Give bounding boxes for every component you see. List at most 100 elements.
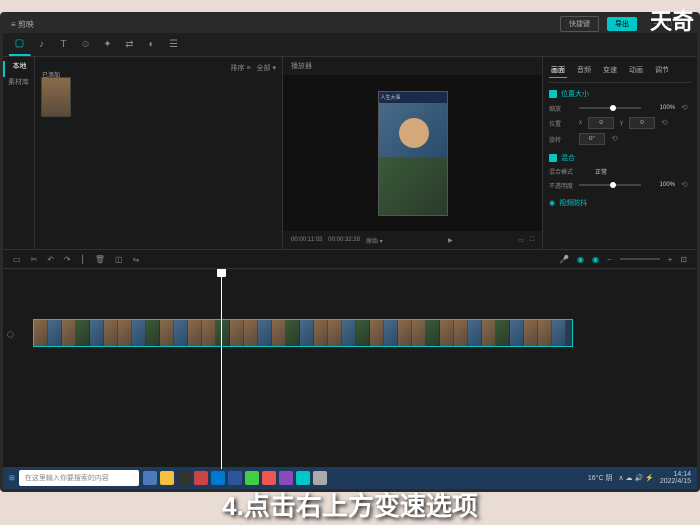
zoom-in-icon[interactable]: +: [668, 255, 673, 264]
taskbar-app[interactable]: [245, 471, 259, 485]
preview-viewport[interactable]: 人生大事: [283, 75, 542, 231]
timeline-toolbar: ▭ ✂ ↶ ↷ ⎮ 🗑 ◫ ⇋ 🎤 ◉ ◉ − + ⊡: [3, 249, 697, 269]
toggle-icon[interactable]: ◉: [549, 199, 555, 207]
video-frame-lower: [379, 157, 447, 214]
reset-icon[interactable]: ⟲: [611, 134, 621, 144]
main-area: 本地 素材库 排序 ≡ 全部 ▾ 播放器 人生大事 00:00:11:03 00…: [3, 57, 697, 249]
instruction-overlay: 4.点击右上方变速选项: [0, 486, 700, 525]
app-title: ≡ 剪映: [11, 19, 34, 30]
video-title-overlay: 人生大事: [379, 92, 447, 104]
track-label[interactable]: ◯: [3, 331, 33, 338]
input-rotation[interactable]: [579, 133, 605, 145]
watermark-text: 天奇: [650, 4, 694, 36]
tab-effects[interactable]: ✦: [97, 33, 119, 56]
undo-icon[interactable]: ↶: [47, 255, 54, 264]
export-button[interactable]: 导出: [607, 17, 637, 31]
weather-widget[interactable]: 16°C 阴: [588, 473, 613, 483]
reset-icon[interactable]: ⟲: [681, 103, 691, 113]
taskbar-app[interactable]: [228, 471, 242, 485]
prop-tab-anim[interactable]: 动画: [627, 63, 645, 78]
shortcut-button[interactable]: 快捷键: [560, 16, 599, 32]
crop-icon[interactable]: ◫: [115, 255, 123, 264]
taskbar-app[interactable]: [262, 471, 276, 485]
value-opacity: 100%: [647, 182, 675, 188]
playhead[interactable]: [221, 269, 222, 469]
video-track: ◯ 素材1.mp4 00:00:32:28: [3, 319, 697, 349]
taskbar-app[interactable]: [143, 471, 157, 485]
section-blend: 混合: [561, 153, 575, 163]
prop-tab-speed[interactable]: 变速: [601, 63, 619, 78]
properties-panel: 画面 音频 变速 动画 调节 位置大小 缩放 100% ⟲ 位置 x y ⟲ 旋…: [543, 57, 697, 249]
label-rotation: 旋转: [549, 135, 573, 144]
value-scale: 100%: [647, 105, 675, 111]
tab-library[interactable]: 素材库: [3, 77, 34, 93]
prop-tab-adjust[interactable]: 调节: [653, 63, 671, 78]
tab-audio[interactable]: ♪: [31, 33, 53, 56]
value-blend[interactable]: 正常: [579, 167, 607, 176]
checkbox-icon[interactable]: [549, 90, 557, 98]
toggle1-icon[interactable]: ◉: [577, 255, 584, 264]
reset-icon[interactable]: ⟲: [661, 118, 671, 128]
taskbar-app[interactable]: [211, 471, 225, 485]
main-toolbar: ▢ ♪ T ☺ ✦ ⇄ ◐ ☰: [3, 33, 697, 57]
toggle2-icon[interactable]: ◉: [592, 255, 599, 264]
preview-panel: 播放器 人生大事 00:00:11:03 00:00:32:28 原始 ▾ ▶ …: [283, 57, 543, 249]
split-icon[interactable]: ⎮: [81, 255, 85, 264]
tab-transition[interactable]: ⇄: [119, 33, 141, 56]
tab-adjust[interactable]: ☰: [163, 33, 185, 56]
monitor-frame: ≡ 剪映 快捷键 导出 − □ × ▢ ♪ T ☺ ✦ ⇄ ◐ ☰ 本地 素材库…: [0, 12, 700, 492]
media-icon: ▢: [15, 38, 24, 49]
prop-tab-audio[interactable]: 音频: [575, 63, 593, 78]
search-input[interactable]: 在这里输入你要搜索的内容: [19, 470, 139, 486]
select-icon[interactable]: ▭: [13, 255, 21, 264]
taskbar-app[interactable]: [194, 471, 208, 485]
fit-icon[interactable]: ⊡: [680, 255, 687, 264]
taskbar-app[interactable]: [177, 471, 191, 485]
delete-icon[interactable]: 🗑: [95, 255, 105, 264]
sort-dropdown[interactable]: 排序 ≡: [231, 63, 251, 73]
start-icon[interactable]: ⊞: [9, 474, 15, 482]
reset-icon[interactable]: ⟲: [681, 180, 691, 190]
cut-icon[interactable]: ✂: [31, 255, 38, 264]
input-pos-x[interactable]: [588, 117, 614, 129]
mic-icon[interactable]: 🎤: [559, 255, 569, 264]
filter-icon: ◐: [148, 39, 154, 50]
media-thumbnail[interactable]: [41, 77, 71, 117]
taskbar-app[interactable]: [296, 471, 310, 485]
tab-media[interactable]: ▢: [9, 33, 31, 56]
timeline[interactable]: ◯ 素材1.mp4 00:00:32:28: [3, 269, 697, 469]
fullscreen-icon[interactable]: ⛶: [530, 237, 534, 244]
tray-icons[interactable]: ∧ ☁ 🔊 ⚡: [618, 474, 653, 482]
input-pos-y[interactable]: [629, 117, 655, 129]
tab-sticker[interactable]: ☺: [75, 33, 97, 56]
tab-text[interactable]: T: [53, 33, 75, 56]
label-position: 位置: [549, 119, 573, 128]
video-clip[interactable]: 素材1.mp4 00:00:32:28: [33, 319, 573, 347]
slider-scale[interactable]: [579, 107, 641, 109]
taskbar-app[interactable]: [160, 471, 174, 485]
zoom-out-icon[interactable]: −: [607, 255, 612, 264]
tab-local[interactable]: 本地: [3, 61, 34, 77]
filter-dropdown[interactable]: 全部 ▾: [257, 63, 276, 73]
adjust-icon: ☰: [169, 39, 178, 50]
slider-opacity[interactable]: [579, 184, 641, 186]
checkbox-icon[interactable]: [549, 154, 557, 162]
mirror-icon[interactable]: ⇋: [133, 255, 140, 264]
label-scale: 缩放: [549, 104, 573, 113]
taskbar-time[interactable]: 14:14: [660, 471, 691, 478]
time-total: 00:00:32:28: [328, 237, 360, 243]
redo-icon[interactable]: ↷: [64, 255, 71, 264]
ratio-dropdown[interactable]: 原始 ▾: [366, 236, 383, 245]
preview-title: 播放器: [283, 57, 542, 75]
titlebar: ≡ 剪映 快捷键 导出 − □ ×: [3, 15, 697, 33]
taskbar-date[interactable]: 2022/4/15: [660, 478, 691, 485]
prop-tab-picture[interactable]: 画面: [549, 63, 567, 78]
zoom-slider[interactable]: [620, 258, 660, 260]
media-source-tabs: 本地 素材库: [3, 57, 35, 249]
tab-filter[interactable]: ◐: [141, 33, 163, 56]
play-button[interactable]: ▶: [448, 237, 453, 244]
taskbar-app[interactable]: [279, 471, 293, 485]
taskbar-app[interactable]: [313, 471, 327, 485]
phone-preview: 人生大事: [378, 91, 448, 216]
ratio-icon[interactable]: ▭: [518, 237, 524, 244]
